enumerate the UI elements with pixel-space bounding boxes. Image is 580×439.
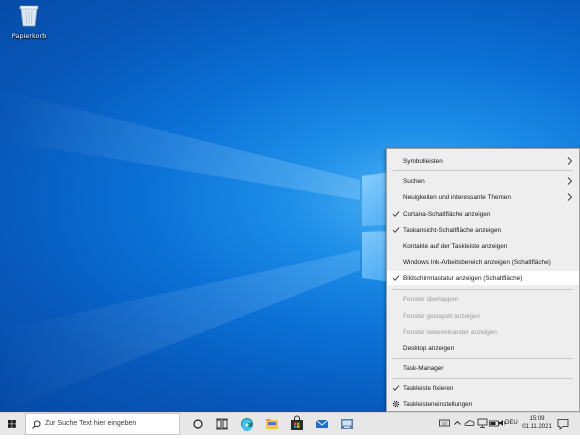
menu-item-label: Taskleisteneinstellungen <box>403 400 473 408</box>
gear-icon <box>392 400 400 408</box>
menu-item-windows-ink[interactable]: Windows Ink-Arbeitsbereich anzeigen (Sch… <box>387 255 579 269</box>
checkmark-icon <box>392 211 400 217</box>
network-icon[interactable] <box>477 417 488 429</box>
menu-separator <box>393 378 573 379</box>
menu-item-label: Suchen <box>403 177 425 185</box>
menu-item-label: Fenster gestapelt anzeigen <box>403 312 481 320</box>
menu-item-label: Taskansicht-Schaltfläche anzeigen <box>403 226 502 234</box>
taskbar-search-box[interactable]: Zur Suche Text hier eingeben <box>25 413 180 435</box>
input-language-indicator[interactable]: DEU <box>505 420 518 426</box>
menu-item-label: Desktop anzeigen <box>403 344 455 352</box>
recycle-bin-label: Papierkorb <box>11 32 47 40</box>
start-button[interactable] <box>0 413 24 435</box>
menu-item-fenster-gestapelt[interactable]: Fenster gestapelt anzeigen <box>387 309 579 323</box>
chevron-right-icon <box>567 193 573 201</box>
clock-date: 01.11.2021 <box>522 424 552 430</box>
checkmark-icon <box>392 275 400 281</box>
clock-time: 15:09 <box>529 416 545 422</box>
checkmark-icon <box>392 385 400 391</box>
menu-item-label: Symbolleisten <box>403 157 443 165</box>
recycle-bin-shortcut[interactable]: Papierkorb <box>8 3 50 40</box>
menu-item-task-manager[interactable]: Task-Manager <box>387 361 579 375</box>
taskbar-context-menu: Symbolleisten Suchen Neuigkeiten und int… <box>386 148 580 412</box>
taskbar: Zur Suche Text hier eingeben DEU 15:09 0… <box>0 412 580 435</box>
menu-item-label: Fenster nebeneinander anzeigen <box>403 328 497 336</box>
task-view-icon[interactable] <box>213 415 231 433</box>
cortana-icon[interactable] <box>189 415 207 433</box>
app-icon[interactable] <box>338 415 356 433</box>
chevron-right-icon <box>567 177 573 185</box>
menu-item-bildschirmtastatur[interactable]: Bildschirmtastatur anzeigen (Schaltfläch… <box>387 271 579 285</box>
menu-item-label: Task-Manager <box>403 364 444 372</box>
menu-item-fenster-ueberlappen[interactable]: Fenster überlappen <box>387 292 579 306</box>
menu-item-label: Neuigkeiten und interessante Themen <box>403 193 511 201</box>
menu-item-cortana[interactable]: Cortana-Schaltfläche anzeigen <box>387 207 579 221</box>
chevron-right-icon <box>567 157 573 165</box>
onedrive-icon[interactable] <box>464 417 475 429</box>
menu-item-label: Cortana-Schaltfläche anzeigen <box>403 210 491 218</box>
menu-item-desktop-anzeigen[interactable]: Desktop anzeigen <box>387 341 579 355</box>
search-placeholder: Zur Suche Text hier eingeben <box>45 420 137 427</box>
menu-item-taskansicht[interactable]: Taskansicht-Schaltfläche anzeigen <box>387 223 579 237</box>
taskbar-clock[interactable]: 15:09 01.11.2021 <box>520 415 554 431</box>
action-center-icon[interactable] <box>557 418 569 430</box>
menu-separator <box>393 289 573 290</box>
menu-item-label: Taskleiste fixieren <box>403 384 454 392</box>
checkmark-icon <box>392 227 400 233</box>
edge-icon[interactable] <box>238 415 256 433</box>
menu-item-taskleisteneinstellungen[interactable]: Taskleisteneinstellungen <box>387 397 579 411</box>
file-explorer-icon[interactable] <box>263 415 281 433</box>
menu-item-suchen[interactable]: Suchen <box>387 174 579 188</box>
menu-item-taskleiste-fixieren[interactable]: Taskleiste fixieren <box>387 381 579 395</box>
chevron-up-icon[interactable] <box>453 417 462 429</box>
mail-icon[interactable] <box>313 415 331 433</box>
search-icon <box>32 420 41 429</box>
menu-item-label: Fenster überlappen <box>403 295 459 303</box>
menu-item-label: Windows Ink-Arbeitsbereich anzeigen (Sch… <box>403 258 551 266</box>
menu-separator <box>393 358 573 359</box>
menu-separator <box>393 170 573 171</box>
menu-item-symbolleisten[interactable]: Symbolleisten <box>387 154 579 168</box>
store-icon[interactable] <box>288 415 306 433</box>
touch-keyboard-icon[interactable] <box>439 417 450 429</box>
recycle-bin-icon <box>19 5 39 27</box>
menu-item-label: Bildschirmtastatur anzeigen (Schaltfläch… <box>403 274 523 282</box>
windows-logo-icon <box>8 420 16 428</box>
menu-item-kontakte[interactable]: Kontakte auf der Taskleiste anzeigen <box>387 239 579 253</box>
menu-item-label: Kontakte auf der Taskleiste anzeigen <box>403 242 508 250</box>
menu-item-neuigkeiten[interactable]: Neuigkeiten und interessante Themen <box>387 190 579 204</box>
menu-item-fenster-nebeneinander[interactable]: Fenster nebeneinander anzeigen <box>387 325 579 339</box>
